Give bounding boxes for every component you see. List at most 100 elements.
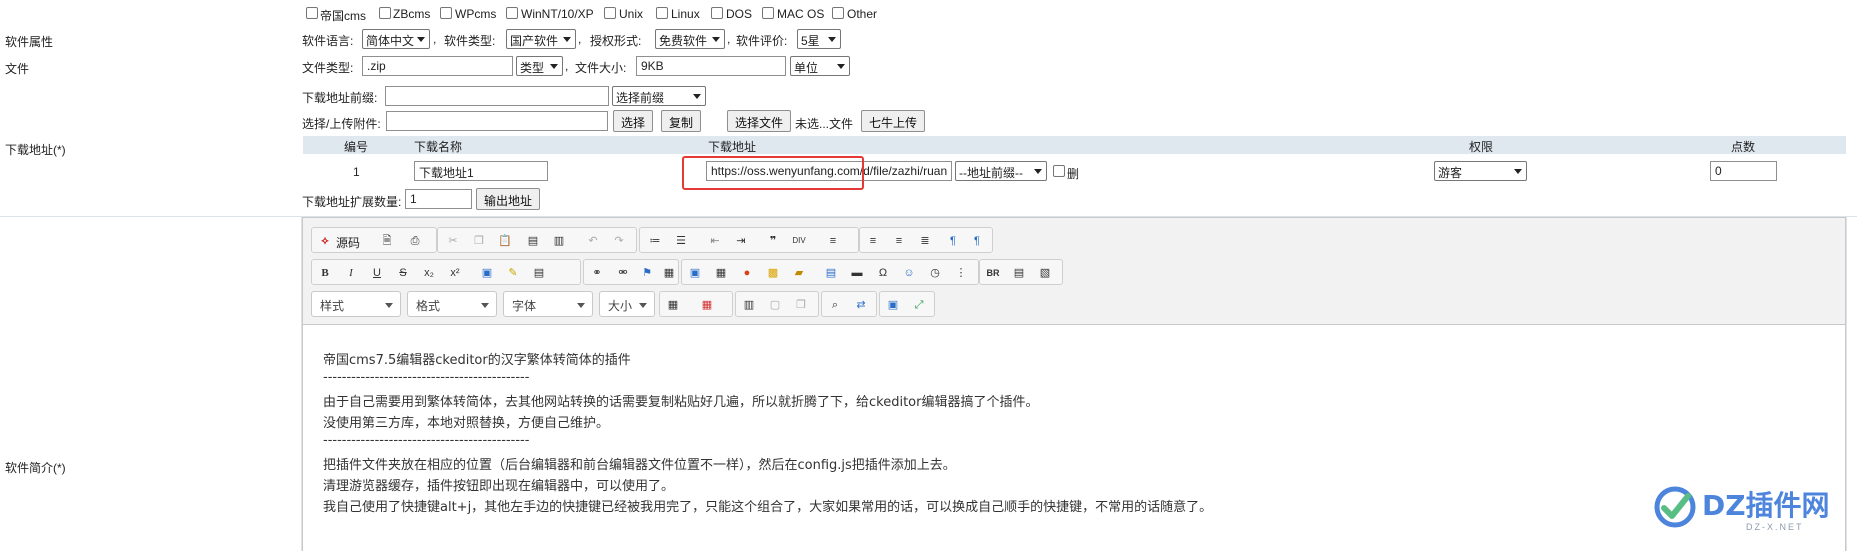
align-center-icon[interactable]: ≡ — [864, 232, 882, 250]
indent-icon[interactable]: ⇥ — [732, 232, 750, 250]
permission-select[interactable]: 游客 — [1434, 161, 1527, 181]
remove-format-icon[interactable]: ✎ — [504, 264, 522, 282]
iframe-icon[interactable]: ▤ — [822, 264, 840, 282]
qiniu-upload-button[interactable]: 七牛上传 — [861, 110, 926, 132]
superscript-icon[interactable]: x² — [446, 264, 464, 282]
special-char-icon[interactable]: Ω — [874, 264, 892, 282]
insert-table-icon[interactable]: ▦ — [712, 264, 730, 282]
text-color-icon[interactable]: ▦ — [664, 296, 682, 314]
insert-image-icon[interactable]: ▣ — [686, 264, 704, 282]
download-name-input[interactable]: 下载地址1 — [414, 161, 548, 181]
upload-input[interactable] — [386, 111, 608, 131]
file-size-input[interactable]: 9KB — [636, 56, 786, 76]
show-blocks-icon[interactable]: ⋮ — [952, 264, 970, 282]
copy-format-icon[interactable]: ▤ — [530, 264, 548, 282]
new-page-icon[interactable]: ▢ — [766, 296, 784, 314]
paste-word-icon[interactable]: ▥ — [550, 232, 568, 250]
subscript-icon[interactable]: x₂ — [420, 264, 438, 282]
image-icon[interactable]: ▣ — [478, 264, 496, 282]
div-container-icon[interactable]: DIV — [790, 232, 808, 250]
unlink-icon[interactable]: ⚮ — [614, 264, 632, 282]
checkbox[interactable] — [656, 7, 668, 19]
line-break-icon[interactable]: BR — [984, 264, 1002, 282]
editor-content[interactable]: 帝国cms7.5编辑器ckeditor的汉字繁体转简体的插件 ---------… — [302, 325, 1846, 551]
choose-file-button[interactable]: 选择文件 — [727, 110, 792, 132]
bulleted-list-icon[interactable]: ☰ — [672, 232, 690, 250]
clock-icon[interactable]: ◷ — [926, 264, 944, 282]
toolbar-group-links: ⚭ ⚮ ⚑ ▦ — [583, 259, 679, 285]
anchor-icon[interactable]: ⚑ — [638, 264, 656, 282]
preview-icon[interactable]: 🗎 — [378, 232, 396, 250]
checkbox[interactable] — [762, 7, 774, 19]
page-break-icon[interactable]: ▦ — [660, 264, 678, 282]
cut-icon[interactable]: ✂ — [444, 232, 462, 250]
source-button[interactable]: 源码 — [336, 234, 360, 251]
os-option-label: ZBcms — [393, 7, 431, 21]
strikethrough-icon[interactable]: S — [394, 264, 412, 282]
prefix-input[interactable] — [385, 86, 609, 106]
show-blocks-expand-icon[interactable]: ⤢ — [910, 296, 928, 314]
select-button[interactable]: 选择 — [613, 110, 654, 132]
ltr-icon[interactable]: ¶ — [944, 232, 962, 250]
find-icon[interactable]: ⌕ — [826, 296, 844, 314]
format-combo[interactable]: 格式 — [407, 291, 497, 317]
numbered-list-icon[interactable]: ≔ — [646, 232, 664, 250]
horizontal-rule-icon[interactable]: ▬ — [848, 264, 866, 282]
templates-icon[interactable]: ❐ — [792, 296, 810, 314]
redo-icon[interactable]: ↷ — [610, 232, 628, 250]
copy-button[interactable]: 复制 — [661, 110, 702, 132]
align-right-icon[interactable]: ≡ — [890, 232, 908, 250]
paste-icon[interactable]: 📋 — [496, 232, 514, 250]
print-icon[interactable]: ⎙ — [406, 232, 424, 250]
toolbar-group-clipboard: ✂ ❐ 📋 ▤ ▥ ↶ ↷ — [437, 227, 637, 253]
size-combo[interactable]: 大小 — [599, 291, 655, 317]
table-color-icon[interactable]: ▦ — [698, 296, 716, 314]
outdent-icon[interactable]: ⇤ — [706, 232, 724, 250]
replace-icon[interactable]: ⇄ — [852, 296, 870, 314]
checkbox[interactable] — [506, 7, 518, 19]
justify-icon[interactable]: ≣ — [916, 232, 934, 250]
checkbox[interactable] — [832, 7, 844, 19]
copy-icon[interactable]: ❐ — [470, 232, 488, 250]
checkbox[interactable] — [604, 7, 616, 19]
license-select[interactable]: 免费软件 — [655, 29, 725, 49]
italic-icon[interactable]: I — [342, 264, 360, 282]
license-label: 授权形式: — [590, 34, 642, 48]
media-icon[interactable]: ▰ — [790, 264, 808, 282]
file-type-select[interactable]: 类型 — [516, 56, 563, 76]
blockquote-icon[interactable]: ❞ — [764, 232, 782, 250]
url-prefix-select[interactable]: --地址前缀-- — [955, 161, 1047, 181]
extend-row: 下载地址扩展数量: 1 输出地址 — [0, 186, 1846, 216]
rating-select[interactable]: 5星 — [797, 29, 841, 49]
font-combo[interactable]: 字体 — [503, 291, 593, 317]
smiley-icon[interactable]: ☺ — [900, 264, 918, 282]
code-snippet-icon[interactable]: ▤ — [1010, 264, 1028, 282]
checkbox[interactable] — [440, 7, 452, 19]
undo-icon[interactable]: ↶ — [584, 232, 602, 250]
size-unit-select[interactable]: 单位 — [790, 56, 850, 76]
points-input[interactable]: 0 — [1710, 161, 1777, 181]
checkbox[interactable] — [711, 7, 723, 19]
export-urls-button[interactable]: 输出地址 — [476, 188, 541, 210]
align-left-icon[interactable]: ≡ — [824, 232, 842, 250]
flash-icon[interactable]: ● — [738, 264, 756, 282]
paste-text-icon[interactable]: ▤ — [524, 232, 542, 250]
delete-checkbox[interactable] — [1053, 165, 1065, 177]
checkbox[interactable] — [306, 7, 318, 19]
software-type-select[interactable]: 国产软件 — [506, 29, 576, 49]
select-all-icon[interactable]: ▥ — [740, 296, 758, 314]
extend-count-input[interactable]: 1 — [405, 189, 472, 209]
rtl-icon[interactable]: ¶ — [968, 232, 986, 250]
underline-icon[interactable]: U — [368, 264, 386, 282]
maximize-icon[interactable]: ▣ — [884, 296, 902, 314]
bold-icon[interactable]: B — [316, 264, 334, 282]
template-icon[interactable]: ▩ — [764, 264, 782, 282]
toolbar-group-basicstyles: B I U S x₂ x² ▣ ✎ ▤ — [311, 259, 581, 285]
link-icon[interactable]: ⚭ — [588, 264, 606, 282]
language-select[interactable]: 简体中文 — [362, 29, 430, 49]
styles-combo[interactable]: 样式 — [311, 291, 401, 317]
prefix-select[interactable]: 选择前缀 — [612, 86, 706, 106]
attachment-icon[interactable]: ▧ — [1036, 264, 1054, 282]
file-type-input[interactable]: .zip — [362, 56, 513, 76]
checkbox[interactable] — [379, 7, 391, 19]
